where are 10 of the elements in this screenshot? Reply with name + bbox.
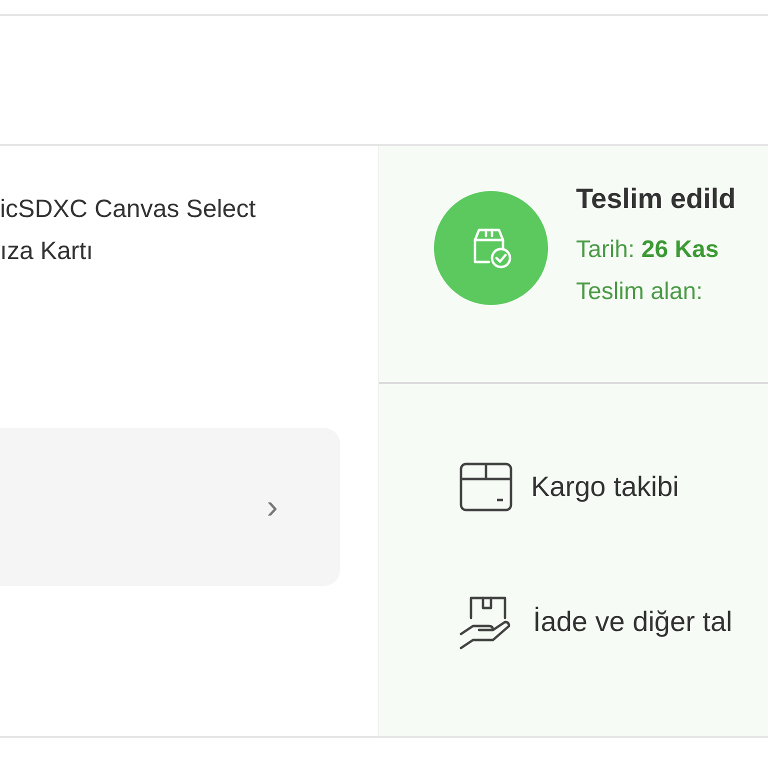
delivery-date: Tarih: 26 Kas	[576, 235, 720, 265]
delivery-status: Teslim edild	[576, 183, 736, 215]
action-link[interactable]: Kargo takibi	[531, 471, 679, 503]
detail-card[interactable]: ›	[0, 428, 340, 586]
receiver-label: Teslim alan:	[576, 277, 704, 307]
product-name[interactable]: ıza Kartı	[0, 230, 378, 272]
box-icon	[459, 462, 513, 512]
chevron-icon: ›	[266, 488, 278, 526]
action-link[interactable]: İade ve diğer tal	[533, 606, 732, 638]
product-name[interactable]: icSDXC Canvas Select	[0, 188, 378, 230]
